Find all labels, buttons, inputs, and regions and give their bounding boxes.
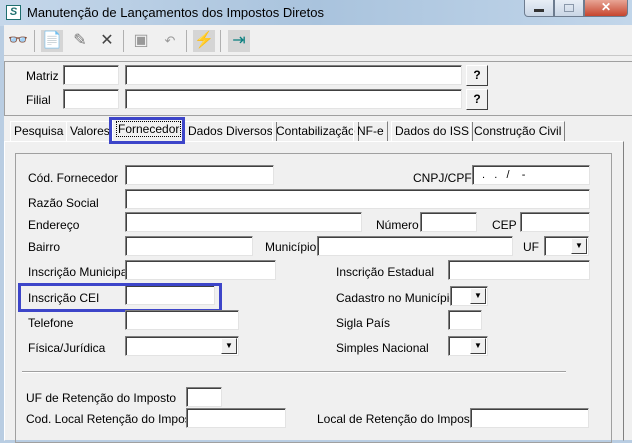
tab-nfe[interactable]: NF-e — [353, 121, 388, 141]
app-icon: S — [6, 5, 21, 20]
inscricao-estadual-input[interactable] — [448, 260, 590, 280]
filial-label: Filial — [26, 93, 51, 107]
toolbar-separator — [186, 30, 187, 52]
sigla-pais-input[interactable] — [448, 310, 482, 330]
chevron-down-icon[interactable]: ▼ — [470, 338, 486, 354]
chevron-down-icon[interactable]: ▼ — [470, 288, 486, 304]
chevron-down-icon[interactable]: ▼ — [571, 238, 587, 254]
sigla-pais-label: Sigla País — [336, 316, 391, 330]
tab-valores[interactable]: Valores — [66, 121, 114, 141]
highlight-inscricao-cei — [18, 283, 222, 312]
local-retencao-label: Local de Retenção do Imposto — [317, 412, 480, 426]
telefone-input[interactable] — [125, 310, 239, 330]
fisica-juridica-label: Física/Jurídica — [28, 341, 106, 355]
filial-name-input[interactable] — [125, 89, 462, 109]
cadastro-municipio-label: Cadastro no Município — [336, 291, 457, 305]
cod-fornecedor-label: Cód. Fornecedor — [28, 171, 119, 185]
inscricao-estadual-label: Inscrição Estadual — [336, 265, 435, 279]
cep-label: CEP — [492, 218, 517, 232]
binoculars-icon[interactable]: 👓 — [7, 30, 29, 52]
save-icon[interactable]: ▣ — [130, 30, 152, 52]
highlight-fornecedor-tab — [109, 117, 185, 144]
municipio-input[interactable] — [317, 236, 513, 256]
uf-retencao-input[interactable] — [186, 387, 222, 407]
toolbar-separator — [34, 30, 35, 52]
endereco-input[interactable] — [125, 212, 362, 232]
cnpj-cpf-input[interactable]: . . / - — [472, 165, 590, 185]
new-document-icon[interactable]: 📄 — [41, 30, 63, 52]
minimize-button[interactable] — [524, 0, 554, 17]
matriz-code-input[interactable] — [63, 65, 119, 85]
inscricao-municipal-label: Inscrição Municipal — [28, 265, 131, 279]
maximize-button[interactable] — [554, 0, 584, 17]
inscricao-municipal-input[interactable] — [125, 260, 276, 280]
cod-fornecedor-input[interactable] — [125, 165, 274, 185]
simples-nacional-select[interactable]: ▼ — [448, 336, 488, 356]
edit-icon[interactable]: ✎ — [69, 30, 91, 52]
razao-social-input[interactable] — [125, 189, 590, 209]
matriz-label: Matriz — [26, 69, 59, 83]
tab-contabilizacao[interactable]: Contabilização — [272, 121, 359, 141]
divider — [22, 371, 566, 373]
delete-icon[interactable]: ✕ — [96, 30, 118, 52]
toolbar-separator — [220, 30, 221, 52]
razao-social-label: Razão Social — [28, 196, 99, 210]
endereco-label: Endereço — [28, 218, 80, 232]
close-button[interactable]: ✕ — [584, 0, 628, 17]
window-title: Manutenção de Lançamentos dos Impostos D… — [27, 5, 325, 20]
undo-icon[interactable]: ↶ — [159, 30, 181, 52]
matriz-lookup-button[interactable]: ? — [466, 65, 488, 86]
simples-nacional-label: Simples Nacional — [336, 341, 429, 355]
exit-icon[interactable]: ⇥ — [228, 30, 250, 52]
cnpj-cpf-label: CNPJ/CPF — [413, 171, 472, 185]
cep-input[interactable] — [520, 212, 590, 232]
bairro-input[interactable] — [125, 236, 253, 256]
filial-lookup-button[interactable]: ? — [466, 89, 488, 110]
fisica-juridica-select[interactable]: ▼ — [125, 336, 239, 356]
uf-select[interactable]: ▼ — [544, 236, 589, 256]
telefone-label: Telefone — [28, 316, 74, 330]
tab-pesquisa[interactable]: Pesquisa — [10, 121, 68, 141]
filter-icon[interactable]: ⚡ — [193, 30, 215, 52]
filial-code-input[interactable] — [63, 89, 119, 109]
toolbar-separator — [123, 30, 124, 52]
uf-label: UF — [523, 240, 539, 254]
municipio-label: Município — [265, 240, 317, 254]
cod-local-retencao-label: Cod. Local Retenção do Imposto — [26, 412, 201, 426]
cadastro-municipio-select[interactable]: ▼ — [450, 286, 488, 306]
tab-dados-diversos[interactable]: Dados Diversos — [184, 121, 277, 141]
tab-dados-iss[interactable]: Dados do ISS — [391, 121, 474, 141]
numero-label: Número — [376, 218, 419, 232]
chevron-down-icon[interactable]: ▼ — [221, 338, 237, 354]
cod-local-retencao-input[interactable] — [186, 408, 286, 428]
numero-input[interactable] — [420, 212, 477, 232]
local-retencao-input[interactable] — [470, 408, 589, 428]
uf-retencao-label: UF de Retenção do Imposto — [26, 391, 177, 405]
tab-construcao-civil[interactable]: Construção Civil — [470, 121, 566, 141]
matriz-name-input[interactable] — [125, 65, 462, 85]
bairro-label: Bairro — [28, 240, 61, 254]
